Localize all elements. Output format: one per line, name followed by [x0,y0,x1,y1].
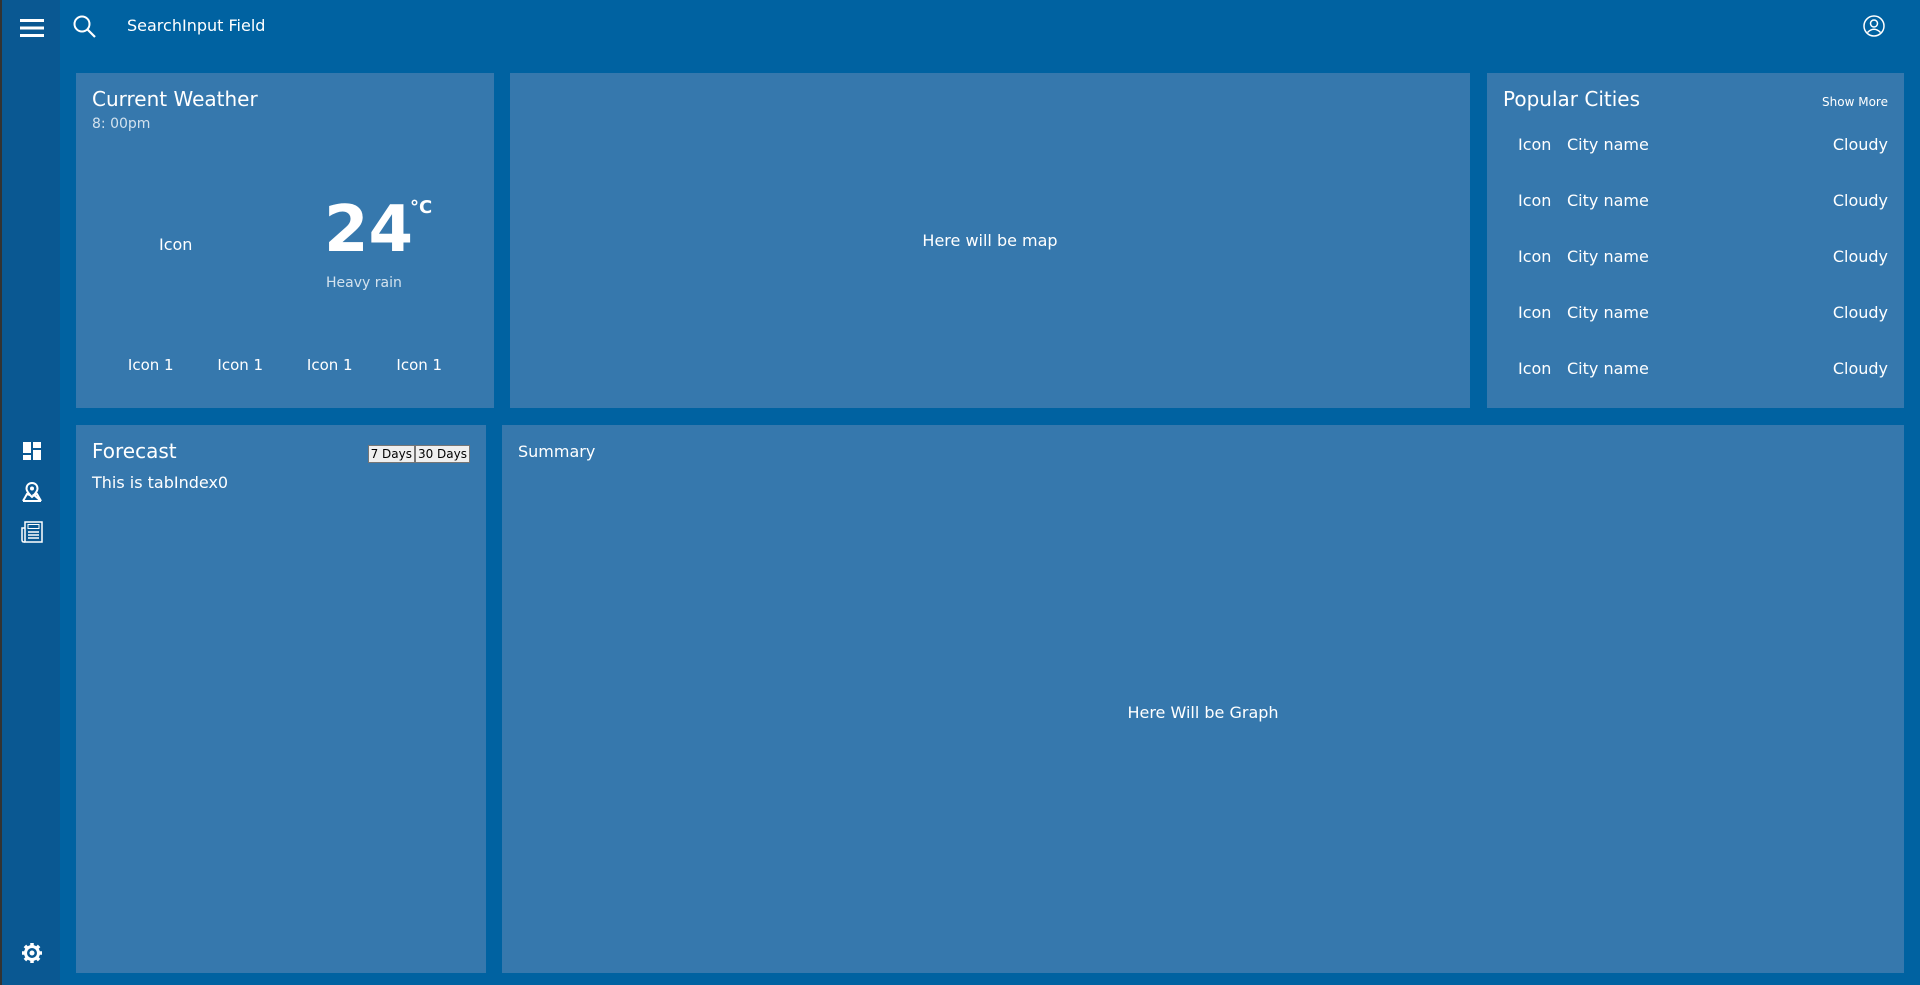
city-name: City name [1567,247,1649,266]
weather-detail-icon: Icon 1 [306,356,353,374]
current-weather-card: Current Weather 8: 00pm Icon 24 °C Heavy… [76,73,494,408]
city-weather-icon: Icon [1518,303,1552,322]
summary-card: Summary Here Will be Graph [502,425,1904,973]
city-condition: Cloudy [1832,247,1888,266]
temperature-unit: °C [410,197,433,218]
dashboard-icon[interactable] [18,437,46,465]
city-weather-icon: Icon [1518,191,1552,210]
hamburger-menu-icon[interactable] [18,14,46,42]
top-bar [60,0,1920,55]
map-card[interactable]: Here will be map [510,73,1470,408]
user-account-icon[interactable] [1862,14,1886,38]
forecast-card: Forecast 7 Days 30 Days This is tabIndex… [76,425,486,973]
weather-detail-icon: Icon 1 [396,356,443,374]
search-input[interactable] [127,16,527,35]
weather-description: Heavy rain [326,275,402,291]
current-weather-title: Current Weather [92,87,258,111]
tab-30-days[interactable]: 30 Days [414,445,470,463]
summary-title: Summary [518,442,596,461]
forecast-title: Forecast [92,439,177,463]
popular-cities-card: Popular Cities Show More Icon City name … [1487,73,1904,408]
news-icon[interactable] [18,518,46,546]
city-list-item[interactable]: Icon City name Cloudy [1518,359,1888,383]
weather-detail-icon: Icon 1 [127,356,174,374]
city-condition: Cloudy [1832,303,1888,322]
city-list-item[interactable]: Icon City name Cloudy [1518,191,1888,215]
popular-cities-title: Popular Cities [1503,87,1640,111]
weather-detail-icon: Icon 1 [217,356,264,374]
sidebar [0,0,60,985]
city-name: City name [1567,191,1649,210]
search-icon[interactable] [72,14,98,40]
map-placeholder: Here will be map [922,231,1058,250]
settings-icon[interactable] [18,939,46,967]
city-name: City name [1567,135,1649,154]
city-weather-icon: Icon [1518,135,1552,154]
weather-details-row: Icon 1 Icon 1 Icon 1 Icon 1 [76,356,494,374]
city-condition: Cloudy [1832,191,1888,210]
city-name: City name [1567,303,1649,322]
graph-placeholder: Here Will be Graph [1127,703,1279,722]
temperature-value: 24 [324,193,414,267]
tab-7-days[interactable]: 7 Days [367,445,415,463]
forecast-tab-content: This is tabIndex0 [92,473,229,492]
city-name: City name [1567,359,1649,378]
city-condition: Cloudy [1832,135,1888,154]
city-list-item[interactable]: Icon City name Cloudy [1518,135,1888,159]
city-list-item[interactable]: Icon City name Cloudy [1518,247,1888,271]
city-weather-icon: Icon [1518,359,1552,378]
show-more-button[interactable]: Show More [1822,95,1888,109]
city-weather-icon: Icon [1518,247,1552,266]
city-list-item[interactable]: Icon City name Cloudy [1518,303,1888,327]
current-weather-time: 8: 00pm [92,116,151,132]
map-icon[interactable] [18,478,46,506]
forecast-tabs: 7 Days 30 Days [367,445,470,463]
city-condition: Cloudy [1832,359,1888,378]
weather-condition-icon: Icon [159,235,193,254]
